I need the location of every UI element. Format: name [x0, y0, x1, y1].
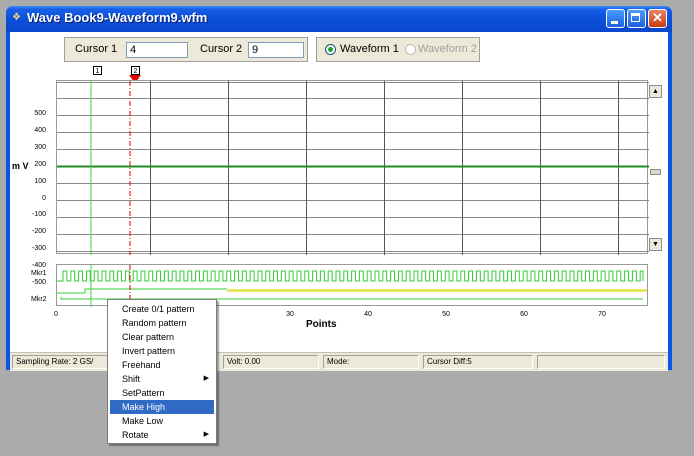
mkr1-label: Mkr1	[31, 270, 47, 277]
window-title: Wave Book9-Waveform9.wfm	[27, 10, 208, 25]
y-tick-label: 0	[42, 194, 46, 202]
x-tick-label: 70	[598, 311, 606, 318]
menu-item-label: Freehand	[122, 360, 161, 370]
menu-item-label: Create 0/1 pattern	[122, 304, 195, 314]
cursor-controls: Cursor 1 Cursor 2	[64, 37, 308, 62]
title-bar[interactable]: ❖ Wave Book9-Waveform9.wfm ✕	[6, 6, 672, 32]
menu-item-make-high[interactable]: Make High	[110, 400, 214, 414]
app-icon: ❖	[12, 12, 21, 23]
cursor1-input[interactable]	[126, 42, 188, 58]
scroll-thumb[interactable]	[650, 169, 661, 175]
menu-item-create-0-1-pattern[interactable]: Create 0/1 pattern	[110, 302, 214, 316]
x-tick-label: 0	[54, 311, 58, 318]
x-axis-label: Points	[306, 319, 337, 330]
maximize-button[interactable]	[627, 9, 646, 28]
menu-item-make-low[interactable]: Make Low	[110, 414, 214, 428]
y-tick-label: 200	[34, 160, 46, 168]
menu-item-label: Clear pattern	[122, 332, 175, 342]
close-icon: ✕	[652, 10, 663, 25]
waveform-plot[interactable]	[56, 80, 649, 255]
menu-item-random-pattern[interactable]: Random pattern	[110, 316, 214, 330]
menu-item-label: Make High	[122, 402, 166, 412]
y-tick-label: -200	[31, 228, 46, 236]
menu-item-label: SetPattern	[122, 388, 165, 398]
minimize-button[interactable]	[606, 9, 625, 28]
scroll-down-button[interactable]: ▼	[649, 238, 662, 251]
menu-item-label: Shift	[122, 374, 141, 384]
y-tick-label: -500	[31, 279, 46, 286]
close-button[interactable]: ✕	[648, 9, 667, 28]
waveform-selector: Waveform 1 Waveform 2	[316, 37, 480, 62]
menu-item-shift[interactable]: Shift ▶	[110, 372, 214, 386]
cursor2-tag[interactable]: 2	[131, 66, 140, 75]
submenu-arrow-icon: ▶	[203, 375, 209, 382]
context-menu: Create 0/1 pattern Random pattern Clear pa…	[107, 299, 217, 444]
x-tick-label: 50	[442, 311, 450, 318]
y-tick-label: 500	[34, 110, 46, 117]
menu-item-clear-pattern[interactable]: Clear pattern	[110, 330, 214, 344]
cursor1-tag[interactable]: 1	[93, 66, 102, 75]
y-tick-label: -400	[31, 262, 46, 270]
x-tick-label: 30	[286, 311, 294, 318]
y-tick-label: 100	[34, 177, 46, 185]
y-tick-label: 400	[34, 126, 46, 134]
maximize-icon	[631, 13, 640, 22]
mkr2-label: Mkr2	[31, 296, 47, 303]
menu-item-label: Rotate	[122, 430, 149, 440]
menu-item-freehand[interactable]: Freehand	[110, 358, 214, 372]
cursor2-input[interactable]	[248, 42, 304, 58]
x-tick-label: 60	[520, 311, 528, 318]
y-tick-label: -100	[31, 211, 46, 219]
cursor-diff-status: Cursor Diff:5	[423, 355, 533, 369]
mode-status: Mode:	[323, 355, 419, 369]
y-tick-label: 300	[34, 143, 46, 151]
menu-item-label: Random pattern	[122, 318, 187, 328]
waveform1-label: Waveform 1	[340, 43, 399, 55]
submenu-arrow-icon: ▶	[203, 431, 209, 438]
cursor1-label: Cursor 1	[75, 43, 118, 55]
x-tick-label: 40	[364, 311, 372, 318]
waveform2-label: Waveform 2	[418, 43, 477, 55]
scroll-up-button[interactable]: ▲	[649, 85, 662, 98]
menu-item-setpattern[interactable]: SetPattern	[110, 386, 214, 400]
volt-status: Volt: 0.00	[223, 355, 319, 369]
menu-item-label: Make Low	[122, 416, 164, 426]
cursor2-label: Cursor 2	[200, 43, 243, 55]
waveform1-radio[interactable]	[325, 44, 336, 55]
menu-item-label: Invert pattern	[122, 346, 176, 356]
menu-item-invert-pattern[interactable]: Invert pattern	[110, 344, 214, 358]
waveform2-radio[interactable]	[405, 44, 416, 55]
minimize-icon	[611, 21, 618, 24]
y-tick-label: -300	[31, 245, 46, 253]
main-window: ❖ Wave Book9-Waveform9.wfm ✕ Cursor 1 Cu…	[6, 6, 672, 371]
status-panel-empty	[537, 355, 665, 369]
waveform-grid	[57, 81, 649, 255]
menu-item-rotate[interactable]: Rotate ▶	[110, 428, 214, 442]
